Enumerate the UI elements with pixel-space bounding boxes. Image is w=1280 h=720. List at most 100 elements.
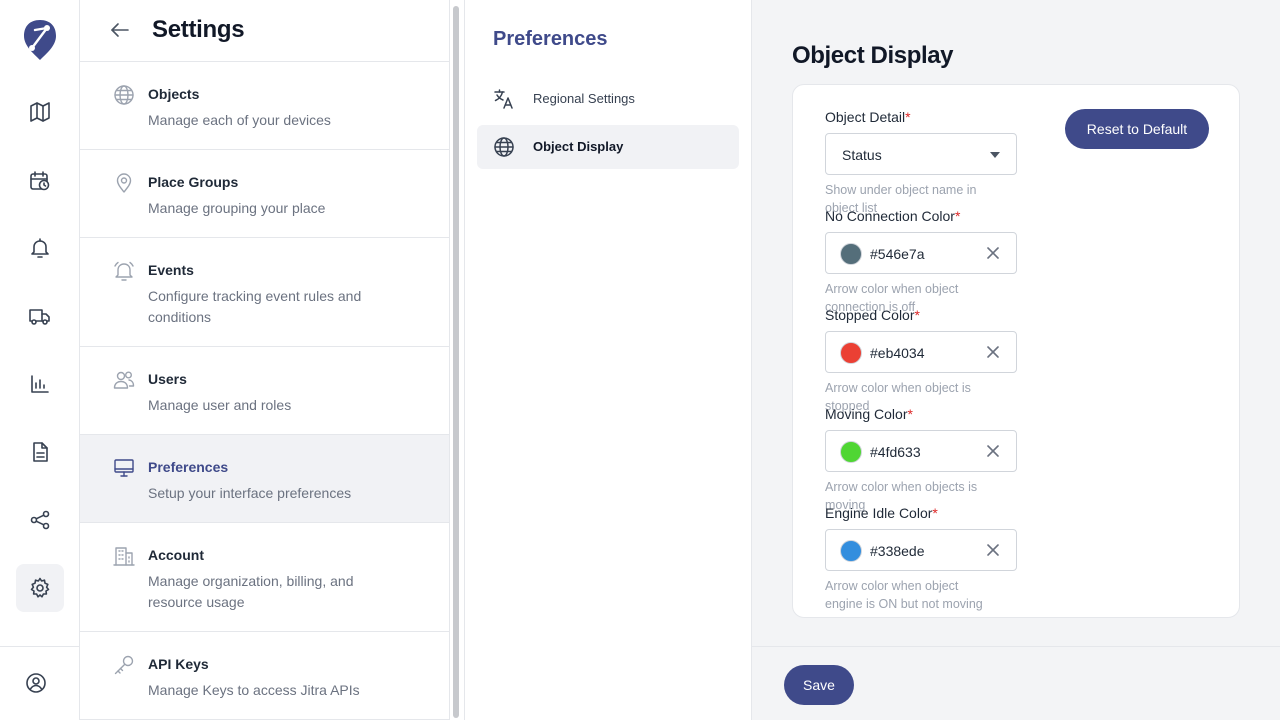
color-value: #338ede	[870, 543, 925, 559]
color-input[interactable]: #eb4034	[825, 331, 1017, 373]
settings-item-place-groups[interactable]: Place Groups Manage grouping your place	[80, 150, 449, 238]
settings-item-objects[interactable]: Objects Manage each of your devices	[80, 62, 449, 150]
bell-icon[interactable]	[16, 224, 64, 272]
object-display-card: Reset to Default Object Detail* Status S…	[792, 84, 1240, 618]
page-title: Settings	[152, 16, 245, 43]
map-icon[interactable]	[16, 88, 64, 136]
field-label-text: Stopped Color	[825, 307, 915, 323]
settings-item-desc: Manage each of your devices	[148, 112, 331, 128]
reset-to-default-button[interactable]: Reset to Default	[1065, 109, 1209, 149]
required-mark: *	[914, 307, 920, 323]
required-mark: *	[907, 406, 913, 422]
settings-item-title: API Keys	[148, 656, 209, 672]
rail-divider	[0, 646, 80, 647]
settings-item-title: Place Groups	[148, 174, 239, 190]
color-swatch[interactable]	[840, 243, 862, 265]
form-footer: Save	[752, 646, 1280, 720]
close-icon[interactable]	[984, 442, 1002, 460]
settings-item-title: Events	[148, 262, 194, 278]
field-help: Arrow color when object engine is ON but…	[825, 579, 983, 611]
field-label-text: No Connection Color	[825, 208, 955, 224]
bar-chart-icon[interactable]	[16, 360, 64, 408]
no-connection-color-field: No Connection Color* #546e7a Arrow color…	[825, 208, 1017, 316]
moving-color-field: Moving Color* #4fd633 Arrow color when o…	[825, 406, 1017, 514]
globe-icon	[493, 136, 515, 158]
color-value: #eb4034	[870, 345, 925, 361]
required-mark: *	[932, 505, 938, 521]
settings-item-account[interactable]: Account Manage organization, billing, an…	[80, 523, 449, 632]
field-label: Moving Color*	[825, 406, 1017, 424]
settings-item-preferences[interactable]: Preferences Setup your interface prefere…	[80, 435, 449, 523]
pref-item-object-display[interactable]: Object Display	[477, 125, 739, 169]
close-icon[interactable]	[984, 244, 1002, 262]
field-label-text: Engine Idle Color	[825, 505, 933, 521]
settings-item-users[interactable]: Users Manage user and roles	[80, 347, 449, 435]
settings-item-title: Account	[148, 547, 204, 563]
color-swatch[interactable]	[840, 441, 862, 463]
settings-item-desc: Manage user and roles	[148, 397, 292, 413]
object-display-main: Object Display Reset to Default Object D…	[752, 0, 1280, 720]
color-input[interactable]: #338ede	[825, 529, 1017, 571]
settings-item-desc: Manage organization, billing, and resour…	[148, 573, 354, 610]
pref-item-regional-settings[interactable]: Regional Settings	[477, 77, 739, 121]
globe-icon	[113, 84, 135, 106]
bell-icon	[113, 260, 135, 282]
field-label-text: Moving Color	[825, 406, 908, 422]
truck-icon[interactable]	[16, 292, 64, 340]
settings-item-desc: Manage grouping your place	[148, 200, 326, 216]
settings-item-desc: Configure tracking event rules and condi…	[148, 288, 362, 325]
close-icon[interactable]	[984, 343, 1002, 361]
save-button[interactable]: Save	[784, 665, 854, 705]
settings-header: Settings	[80, 0, 449, 62]
section-title: Object Display	[792, 42, 954, 69]
select-value: Status	[842, 147, 882, 163]
settings-panel: Settings Objects Manage each of your dev…	[80, 0, 450, 720]
field-label: Stopped Color*	[825, 307, 1017, 325]
field-label-text: Object Detail	[825, 109, 906, 125]
translate-icon	[493, 88, 515, 110]
pref-item-label: Object Display	[533, 139, 624, 154]
back-arrow-icon[interactable]	[108, 18, 132, 42]
field-label: Engine Idle Color*	[825, 505, 1017, 523]
jitra-logo-icon[interactable]	[22, 18, 58, 62]
engine-idle-color-field: Engine Idle Color* #338ede Arrow color w…	[825, 505, 1017, 613]
color-swatch[interactable]	[840, 342, 862, 364]
object-detail-select[interactable]: Status	[825, 133, 1017, 175]
settings-item-title: Preferences	[148, 459, 229, 475]
stopped-color-field: Stopped Color* #eb4034 Arrow color when …	[825, 307, 1017, 415]
required-mark: *	[905, 109, 911, 125]
field-label: Object Detail*	[825, 109, 1017, 127]
color-swatch[interactable]	[840, 540, 862, 562]
color-value: #4fd633	[870, 444, 921, 460]
close-icon[interactable]	[984, 541, 1002, 559]
users-icon	[113, 369, 135, 391]
preferences-nav: Preferences Regional Settings Object Dis…	[464, 0, 752, 720]
settings-item-title: Users	[148, 371, 187, 387]
preferences-title: Preferences	[493, 28, 608, 50]
user-circle-icon[interactable]	[12, 659, 60, 707]
field-label: No Connection Color*	[825, 208, 1017, 226]
color-input[interactable]: #4fd633	[825, 430, 1017, 472]
required-mark: *	[954, 208, 961, 224]
monitor-icon	[113, 457, 135, 479]
color-value: #546e7a	[870, 246, 925, 262]
settings-item-api-keys[interactable]: API Keys Manage Keys to access Jitra API…	[80, 632, 449, 720]
settings-item-desc: Manage Keys to access Jitra APIs	[148, 682, 360, 698]
scrollbar-thumb[interactable]	[453, 6, 459, 718]
pref-item-label: Regional Settings	[533, 91, 635, 106]
calendar-clock-icon[interactable]	[16, 157, 64, 205]
key-icon	[113, 654, 135, 676]
map-pin-icon	[113, 172, 135, 194]
settings-item-events[interactable]: Events Configure tracking event rules an…	[80, 238, 449, 347]
building-icon	[113, 545, 135, 567]
share-icon[interactable]	[16, 496, 64, 544]
gear-icon[interactable]	[16, 564, 64, 612]
object-detail-field: Object Detail* Status Show under object …	[825, 109, 1017, 217]
settings-item-desc: Setup your interface preferences	[148, 485, 352, 501]
chevron-down-icon	[990, 152, 1000, 158]
settings-item-title: Objects	[148, 86, 200, 102]
settings-scrollbar[interactable]	[451, 4, 461, 718]
document-icon[interactable]	[16, 428, 64, 476]
color-input[interactable]: #546e7a	[825, 232, 1017, 274]
app-rail	[0, 0, 80, 720]
